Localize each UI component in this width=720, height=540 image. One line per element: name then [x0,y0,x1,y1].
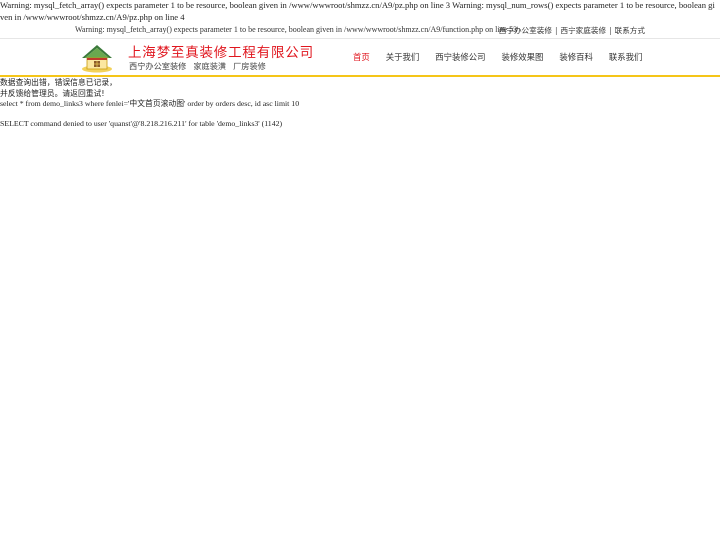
sql-denied-error: SELECT command denied to user 'quanst'@'… [0,119,283,128]
nav-item-gallery[interactable]: 装修效果图 [502,51,544,63]
php-warning-function: Warning: mysql_fetch_array() expects par… [75,25,518,34]
top-link-separator: | [554,26,558,35]
top-link-separator: | [609,26,612,35]
top-links: 西宁办公室装修 | 西宁家庭装修 | 联系方式 [499,25,645,36]
top-bar: Warning: mysql_fetch_array() expects par… [0,22,720,39]
nav-item-contact[interactable]: 联系我们 [609,51,643,63]
tag-home: 家庭装潢 [193,61,227,71]
site-header: 上海梦至真装修工程有限公司 西宁办公室装修 家庭装潢 厂房装修 首页 关于我们 西宁… [0,39,720,77]
nav-item-encyclopedia[interactable]: 装修百科 [559,51,593,63]
main-nav: 首页 关于我们 西宁装修公司 装修效果图 装修百科 联系我们 [345,51,650,63]
top-link-home-decoration[interactable]: 西宁家庭装修 [561,26,607,35]
nav-item-home[interactable]: 首页 [353,51,370,63]
top-link-contact[interactable]: 联系方式 [615,26,645,35]
nav-item-decoration-company[interactable]: 西宁装修公司 [435,51,485,63]
company-name: 上海梦至真装修工程有限公司 [128,45,314,61]
top-link-office-decoration[interactable]: 西宁办公室装修 [499,26,552,35]
db-error-message: 数据查询出错，错误信息已记录， 并反馈给管理员。请返回重试! [0,77,117,99]
tag-factory: 厂房装修 [233,61,266,71]
sql-query-text: select * from demo_links3 where fenlei='… [0,99,300,108]
tag-office: 西宁办公室装修 [129,61,187,71]
company-tagline: 西宁办公室装修 家庭装潢 厂房装修 [129,60,273,72]
db-error-line1: 数据查询出错，错误信息已记录， [0,78,117,87]
nav-item-about[interactable]: 关于我们 [386,51,420,63]
php-warning-top: Warning: mysql_fetch_array() expects par… [0,0,715,22]
house-logo-icon[interactable] [80,42,114,74]
